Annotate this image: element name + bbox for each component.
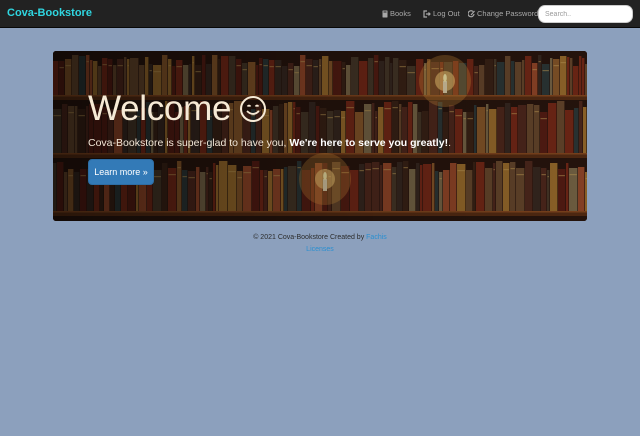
footer-licenses-link[interactable]: Licenses <box>306 246 334 253</box>
search-input[interactable] <box>538 5 633 23</box>
welcome-jumbotron: Welcome Cova-Bookstore is super-glad to … <box>53 51 587 221</box>
welcome-subtitle: Cova-Bookstore is super-glad to have you… <box>88 137 451 149</box>
welcome-heading: Welcome <box>88 89 267 129</box>
nav-logout-label: Log Out <box>433 9 460 18</box>
brand-link[interactable]: Cova-Bookstore <box>7 7 92 19</box>
top-navbar: Cova-Bookstore Books Log Out Change Pass… <box>0 0 640 28</box>
nav-books-label: Books <box>390 9 411 18</box>
learn-more-button[interactable]: Learn more » <box>88 159 154 185</box>
smiley-icon <box>240 96 267 122</box>
nav-change-password-label: Change Password <box>477 9 539 18</box>
logout-icon <box>423 9 431 18</box>
nav-logout-link[interactable]: Log Out <box>423 9 460 18</box>
footer-copyright: © 2021 Cova-Bookstore Created by Fachis <box>253 234 387 241</box>
nav-change-password-link[interactable]: Change Password <box>468 9 538 18</box>
nav-books-link[interactable]: Books <box>382 9 411 18</box>
welcome-subtitle-emphasis: We're here to serve you greatly! <box>289 137 449 149</box>
book-icon <box>382 10 388 17</box>
edit-icon <box>468 9 475 17</box>
footer-licenses: Licenses <box>0 246 640 253</box>
bookshelf-background-image <box>53 51 587 221</box>
footer-author-link[interactable]: Fachis <box>366 234 387 241</box>
